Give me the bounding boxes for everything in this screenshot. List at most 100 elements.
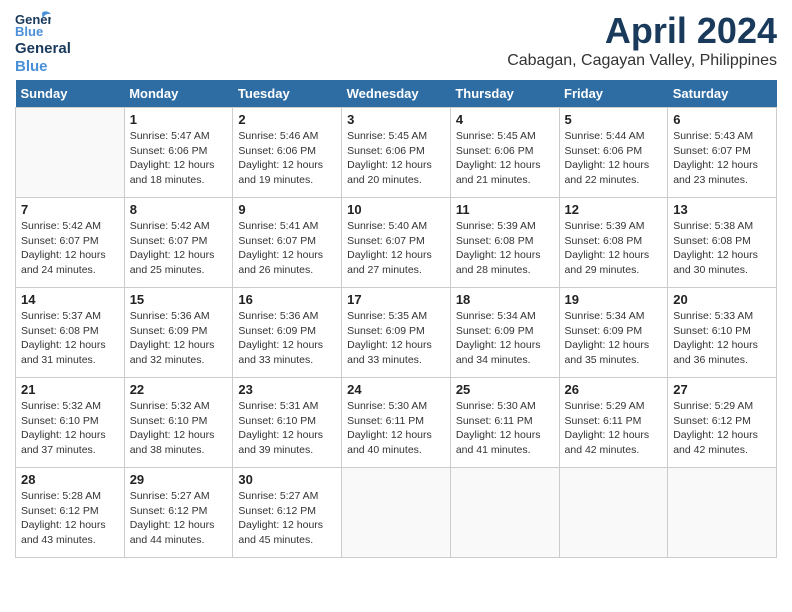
logo: General Blue General Blue: [15, 10, 71, 76]
day-number: 23: [238, 382, 336, 397]
day-info: Sunrise: 5:30 AMSunset: 6:11 PMDaylight:…: [456, 399, 554, 458]
calendar-cell: 7 Sunrise: 5:42 AMSunset: 6:07 PMDaylight…: [16, 198, 125, 288]
day-number: 15: [130, 292, 228, 307]
weekday-header-sunday: Sunday: [16, 80, 125, 108]
day-number: 27: [673, 382, 771, 397]
calendar-table: SundayMondayTuesdayWednesdayThursdayFrid…: [15, 80, 777, 558]
day-number: 28: [21, 472, 119, 487]
calendar-cell: [559, 468, 668, 558]
calendar-cell: 16Sunrise: 5:36 AMSunset: 6:09 PMDayligh…: [233, 288, 342, 378]
calendar-cell: 29 Sunrise: 5:27 AMSunset: 6:12 PMDayligh…: [124, 468, 233, 558]
day-number: 2: [238, 112, 336, 127]
day-info: Sunrise: 5:27 AMSunset: 6:12 PMDaylight:…: [130, 489, 228, 548]
day-number: 3: [347, 112, 445, 127]
day-info: Sunrise: 5:38 AMSunset: 6:08 PMDaylight:…: [673, 219, 771, 278]
day-number: 10: [347, 202, 445, 217]
calendar-cell: 4Sunrise: 5:45 AMSunset: 6:06 PMDaylight…: [450, 108, 559, 198]
day-info: Sunrise: 5:40 AMSunset: 6:07 PMDaylight:…: [347, 219, 445, 278]
day-number: 6: [673, 112, 771, 127]
calendar-cell: 27 Sunrise: 5:29 AMSunset: 6:12 PMDayligh…: [668, 378, 777, 468]
day-info: Sunrise: 5:34 AMSunset: 6:09 PMDaylight:…: [565, 309, 663, 368]
day-info: Sunrise: 5:35 AMSunset: 6:09 PMDaylight:…: [347, 309, 445, 368]
day-info: Sunrise: 5:39 AMSunset: 6:08 PMDaylight:…: [565, 219, 663, 278]
calendar-cell: [16, 108, 125, 198]
logo-blue: Blue: [15, 58, 48, 75]
day-info: Sunrise: 5:34 AMSunset: 6:09 PMDaylight:…: [456, 309, 554, 368]
calendar-cell: 26 Sunrise: 5:29 AMSunset: 6:11 PMDayligh…: [559, 378, 668, 468]
calendar-cell: 17 Sunrise: 5:35 AMSunset: 6:09 PMDayligh…: [342, 288, 451, 378]
calendar-cell: 5Sunrise: 5:44 AMSunset: 6:06 PMDaylight…: [559, 108, 668, 198]
day-info: Sunrise: 5:41 AMSunset: 6:07 PMDaylight:…: [238, 219, 336, 278]
calendar-cell: 14 Sunrise: 5:37 AMSunset: 6:08 PMDayligh…: [16, 288, 125, 378]
calendar-cell: 24 Sunrise: 5:30 AMSunset: 6:11 PMDayligh…: [342, 378, 451, 468]
day-number: 24: [347, 382, 445, 397]
calendar-cell: 11 Sunrise: 5:39 AMSunset: 6:08 PMDayligh…: [450, 198, 559, 288]
day-number: 29: [130, 472, 228, 487]
calendar-cell: 15 Sunrise: 5:36 AMSunset: 6:09 PMDayligh…: [124, 288, 233, 378]
calendar-cell: 30 Sunrise: 5:27 AMSunset: 6:12 PMDayligh…: [233, 468, 342, 558]
day-info: Sunrise: 5:31 AMSunset: 6:10 PMDaylight:…: [238, 399, 336, 458]
day-number: 9: [238, 202, 336, 217]
calendar-cell: 3Sunrise: 5:45 AMSunset: 6:06 PMDaylight…: [342, 108, 451, 198]
calendar-cell: 22 Sunrise: 5:32 AMSunset: 6:10 PMDayligh…: [124, 378, 233, 468]
calendar-cell: 8 Sunrise: 5:42 AMSunset: 6:07 PMDaylight…: [124, 198, 233, 288]
day-info: Sunrise: 5:44 AMSunset: 6:06 PMDaylight:…: [565, 129, 663, 188]
weekday-header-tuesday: Tuesday: [233, 80, 342, 108]
calendar-cell: 18 Sunrise: 5:34 AMSunset: 6:09 PMDayligh…: [450, 288, 559, 378]
week-row-5: 28 Sunrise: 5:28 AMSunset: 6:12 PMDayligh…: [16, 468, 777, 558]
day-number: 17: [347, 292, 445, 307]
day-number: 14: [21, 292, 119, 307]
day-info: Sunrise: 5:29 AMSunset: 6:11 PMDaylight:…: [565, 399, 663, 458]
day-number: 26: [565, 382, 663, 397]
calendar-cell: 10 Sunrise: 5:40 AMSunset: 6:07 PMDayligh…: [342, 198, 451, 288]
day-info: Sunrise: 5:30 AMSunset: 6:11 PMDaylight:…: [347, 399, 445, 458]
day-info: Sunrise: 5:32 AMSunset: 6:10 PMDaylight:…: [21, 399, 119, 458]
day-number: 21: [21, 382, 119, 397]
weekday-header-monday: Monday: [124, 80, 233, 108]
day-number: 8: [130, 202, 228, 217]
day-number: 7: [21, 202, 119, 217]
week-row-4: 21 Sunrise: 5:32 AMSunset: 6:10 PMDayligh…: [16, 378, 777, 468]
weekday-header-friday: Friday: [559, 80, 668, 108]
logo-general: General: [15, 40, 71, 57]
calendar-cell: [450, 468, 559, 558]
day-info: Sunrise: 5:39 AMSunset: 6:08 PMDaylight:…: [456, 219, 554, 278]
day-number: 12: [565, 202, 663, 217]
day-info: Sunrise: 5:27 AMSunset: 6:12 PMDaylight:…: [238, 489, 336, 548]
day-number: 20: [673, 292, 771, 307]
day-number: 30: [238, 472, 336, 487]
week-row-2: 7 Sunrise: 5:42 AMSunset: 6:07 PMDaylight…: [16, 198, 777, 288]
day-number: 1: [130, 112, 228, 127]
week-row-3: 14 Sunrise: 5:37 AMSunset: 6:08 PMDayligh…: [16, 288, 777, 378]
day-info: Sunrise: 5:46 AMSunset: 6:06 PMDaylight:…: [238, 129, 336, 188]
page-subtitle: Cabagan, Cagayan Valley, Philippines: [507, 52, 777, 70]
day-info: Sunrise: 5:29 AMSunset: 6:12 PMDaylight:…: [673, 399, 771, 458]
day-info: Sunrise: 5:42 AMSunset: 6:07 PMDaylight:…: [21, 219, 119, 278]
calendar-cell: 13Sunrise: 5:38 AMSunset: 6:08 PMDayligh…: [668, 198, 777, 288]
calendar-cell: [668, 468, 777, 558]
day-number: 22: [130, 382, 228, 397]
day-number: 18: [456, 292, 554, 307]
calendar-cell: 19Sunrise: 5:34 AMSunset: 6:09 PMDayligh…: [559, 288, 668, 378]
calendar-cell: 6Sunrise: 5:43 AMSunset: 6:07 PMDaylight…: [668, 108, 777, 198]
day-info: Sunrise: 5:36 AMSunset: 6:09 PMDaylight:…: [238, 309, 336, 368]
day-number: 11: [456, 202, 554, 217]
calendar-cell: 25Sunrise: 5:30 AMSunset: 6:11 PMDayligh…: [450, 378, 559, 468]
day-info: Sunrise: 5:36 AMSunset: 6:09 PMDaylight:…: [130, 309, 228, 368]
logo-icon: General Blue: [15, 10, 51, 38]
title-section: April 2024 Cabagan, Cagayan Valley, Phil…: [507, 10, 777, 70]
calendar-cell: 2 Sunrise: 5:46 AMSunset: 6:06 PMDaylight…: [233, 108, 342, 198]
day-info: Sunrise: 5:32 AMSunset: 6:10 PMDaylight:…: [130, 399, 228, 458]
weekday-header-saturday: Saturday: [668, 80, 777, 108]
day-info: Sunrise: 5:28 AMSunset: 6:12 PMDaylight:…: [21, 489, 119, 548]
day-info: Sunrise: 5:33 AMSunset: 6:10 PMDaylight:…: [673, 309, 771, 368]
page-header: General Blue General Blue April 2024 Cab…: [15, 10, 777, 76]
calendar-cell: 20 Sunrise: 5:33 AMSunset: 6:10 PMDayligh…: [668, 288, 777, 378]
day-info: Sunrise: 5:37 AMSunset: 6:08 PMDaylight:…: [21, 309, 119, 368]
day-info: Sunrise: 5:47 AMSunset: 6:06 PMDaylight:…: [130, 129, 228, 188]
day-info: Sunrise: 5:42 AMSunset: 6:07 PMDaylight:…: [130, 219, 228, 278]
day-number: 4: [456, 112, 554, 127]
calendar-cell: 9 Sunrise: 5:41 AMSunset: 6:07 PMDaylight…: [233, 198, 342, 288]
weekday-header-row: SundayMondayTuesdayWednesdayThursdayFrid…: [16, 80, 777, 108]
calendar-cell: 12 Sunrise: 5:39 AMSunset: 6:08 PMDayligh…: [559, 198, 668, 288]
